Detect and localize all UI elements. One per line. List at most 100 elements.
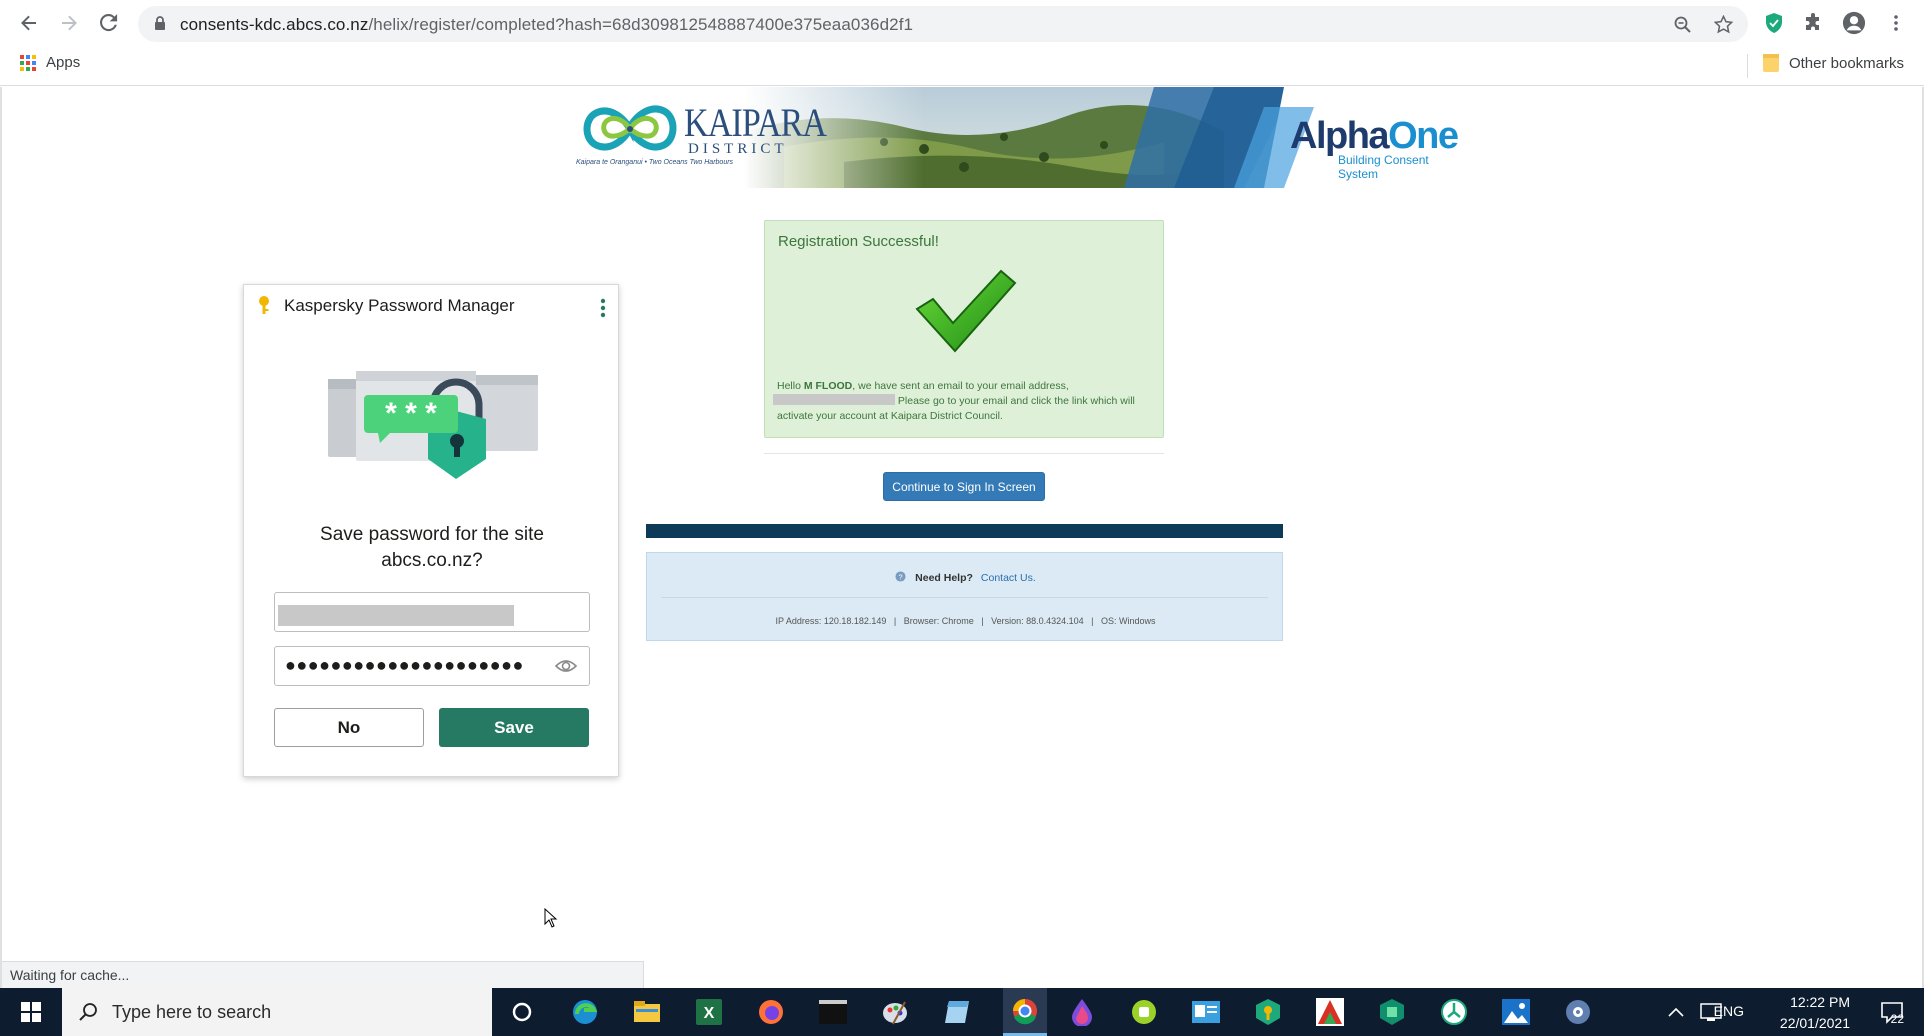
other-bookmarks[interactable]: Other bookmarks: [1762, 54, 1904, 72]
windows-taskbar: Type here to search X ENG 12:22 PM 22/01/…: [0, 988, 1924, 1036]
taskbar-search-box[interactable]: Type here to search: [62, 988, 492, 1036]
apps-grid-icon: [20, 54, 36, 71]
back-icon[interactable]: [16, 10, 42, 36]
need-help-label: Need Help?: [915, 572, 973, 584]
alphaone-logo[interactable]: AlphaOne: [1290, 115, 1459, 158]
url-text[interactable]: consents-kdc.abcs.co.nz/helix/register/c…: [180, 15, 913, 35]
profile-avatar-icon[interactable]: [1842, 11, 1866, 35]
kaipara-swirl-icon: [583, 105, 677, 151]
browser-status-bar: Waiting for cache...: [2, 961, 644, 988]
success-title: Registration Successful!: [778, 233, 939, 250]
address-bar[interactable]: consents-kdc.abcs.co.nz/helix/register/c…: [138, 6, 1748, 42]
chrome-menu-icon[interactable]: [1884, 11, 1908, 35]
redacted-email: [773, 394, 895, 405]
start-button[interactable]: [0, 988, 62, 1036]
key-icon: [259, 296, 269, 314]
user-name: M FLOOD: [803, 380, 853, 392]
kaipara-title: KAIPARA: [684, 100, 827, 145]
terminal-icon[interactable]: [817, 996, 849, 1028]
contact-us-link[interactable]: Contact Us.: [981, 572, 1036, 584]
clock-time: 12:22 PM: [1790, 994, 1850, 1010]
kpm-menu-icon[interactable]: [600, 297, 606, 319]
bookmarks-divider: [1747, 54, 1748, 78]
kaspersky-pm-taskbar-icon[interactable]: [1252, 996, 1284, 1028]
apps-shortcut[interactable]: Apps: [20, 54, 80, 71]
hello-text: Hello: [777, 380, 804, 392]
timer-app-icon[interactable]: [1438, 996, 1470, 1028]
folder-icon: [1762, 54, 1779, 72]
no-button[interactable]: No: [274, 708, 424, 747]
svg-text:X: X: [704, 1005, 715, 1022]
web-page: KAIPARA DISTRICT Kaipara te Oranganui • …: [0, 87, 1924, 988]
divider: [764, 453, 1164, 454]
windows-logo-icon: [21, 1002, 41, 1022]
password-lock-illustration: * * *: [328, 371, 538, 479]
password-mask: ●●●●●●●●●●●●●●●●●●●●●: [285, 655, 524, 675]
mouse-cursor-icon: [544, 908, 558, 928]
kaspersky-security-icon[interactable]: [1376, 996, 1408, 1028]
browser-toolbar: consents-kdc.abcs.co.nz/helix/register/c…: [0, 0, 1924, 46]
outlook-card-icon[interactable]: [1190, 996, 1222, 1028]
checkmark-icon: [915, 269, 1017, 353]
save-password-question: Save password for the site abcs.co.nz?: [320, 524, 544, 571]
drop-app-icon[interactable]: [1066, 996, 1098, 1028]
kaipara-district-logo[interactable]: KAIPARA DISTRICT Kaipara te Oranganui • …: [574, 91, 827, 181]
clock[interactable]: 12:22 PM 22/01/2021: [1780, 992, 1850, 1034]
tray-chevron-up-icon[interactable]: [1668, 1007, 1684, 1017]
clock-date: 22/01/2021: [1779, 1015, 1850, 1031]
reload-icon[interactable]: [96, 10, 122, 36]
svg-text:* * *: * * *: [385, 397, 437, 430]
system-tray: ENG 12:22 PM 22/01/2021 22: [1624, 988, 1924, 1036]
kaspersky-password-popup: Kaspersky Password Manager * * * Save pa…: [243, 284, 619, 777]
kaipara-district: DISTRICT: [688, 141, 788, 157]
alpha-text: Alpha: [1290, 115, 1390, 157]
green-app-icon[interactable]: [1128, 996, 1160, 1028]
forward-icon[interactable]: [56, 10, 82, 36]
url-host: consents-kdc.abcs.co.nz: [180, 15, 369, 34]
apps-label: Apps: [46, 54, 81, 71]
bookmark-star-icon[interactable]: [1714, 15, 1733, 34]
username-field[interactable]: [274, 592, 590, 632]
kaspersky-extension-icon[interactable]: [1762, 11, 1786, 35]
edge-icon[interactable]: [569, 996, 601, 1028]
url-path: /helix/register/completed?hash=68d309812…: [368, 15, 914, 34]
paint-icon[interactable]: [879, 996, 911, 1028]
message-part1: , we have sent an email to your email ad…: [852, 380, 1069, 392]
alphaone-subtitle: Building Consent System: [1338, 153, 1429, 181]
save-button[interactable]: Save: [439, 708, 589, 747]
help-divider: [661, 597, 1268, 598]
cortana-icon[interactable]: [506, 996, 538, 1028]
chrome-taskbar-icon[interactable]: [1003, 988, 1047, 1036]
photos-icon[interactable]: [1500, 996, 1532, 1028]
site-banner: KAIPARA DISTRICT Kaipara te Oranganui • …: [574, 87, 1464, 188]
svg-text:?: ?: [899, 572, 903, 581]
settings-gear-icon[interactable]: [1562, 996, 1594, 1028]
firefox-icon[interactable]: [755, 996, 787, 1028]
notification-count: 22: [1890, 1012, 1904, 1026]
language-indicator[interactable]: ENG: [1714, 1003, 1744, 1019]
excel-icon[interactable]: X: [693, 996, 725, 1028]
file-explorer-icon[interactable]: [631, 996, 663, 1028]
notepad-icon[interactable]: [941, 996, 973, 1028]
password-field[interactable]: ●●●●●●●●●●●●●●●●●●●●●: [274, 646, 590, 686]
redacted-username: [278, 605, 514, 626]
lock-icon[interactable]: [154, 16, 166, 31]
kaipara-tagline: Kaipara te Oranganui • Two Oceans Two Ha…: [576, 159, 734, 166]
help-icon: ?: [895, 571, 906, 582]
success-message: Hello M FLOOD, we have sent an email to …: [773, 379, 1157, 424]
search-placeholder: Type here to search: [112, 1001, 272, 1022]
help-line: ? Need Help? Contact Us.: [647, 571, 1284, 584]
one-text: One: [1388, 115, 1459, 157]
show-password-eye-icon[interactable]: [555, 657, 577, 675]
bookmarks-bar: Apps Other bookmarks: [0, 46, 1924, 86]
registration-success-panel: Registration Successful! Hello M FLOOD, …: [764, 220, 1164, 438]
kpm-title: Kaspersky Password Manager: [284, 296, 515, 315]
footer-dark-bar: [646, 524, 1283, 538]
help-panel: ? Need Help? Contact Us. IP Address: 120.…: [646, 552, 1283, 641]
search-icon: [79, 1003, 97, 1021]
pdf-app-icon[interactable]: [1314, 996, 1346, 1028]
extensions-puzzle-icon[interactable]: [1802, 11, 1826, 35]
continue-sign-in-button[interactable]: Continue to Sign In Screen: [883, 472, 1045, 501]
zoom-icon[interactable]: [1674, 16, 1692, 34]
system-info: IP Address: 120.18.182.149 | Browser: Ch…: [775, 616, 1156, 626]
